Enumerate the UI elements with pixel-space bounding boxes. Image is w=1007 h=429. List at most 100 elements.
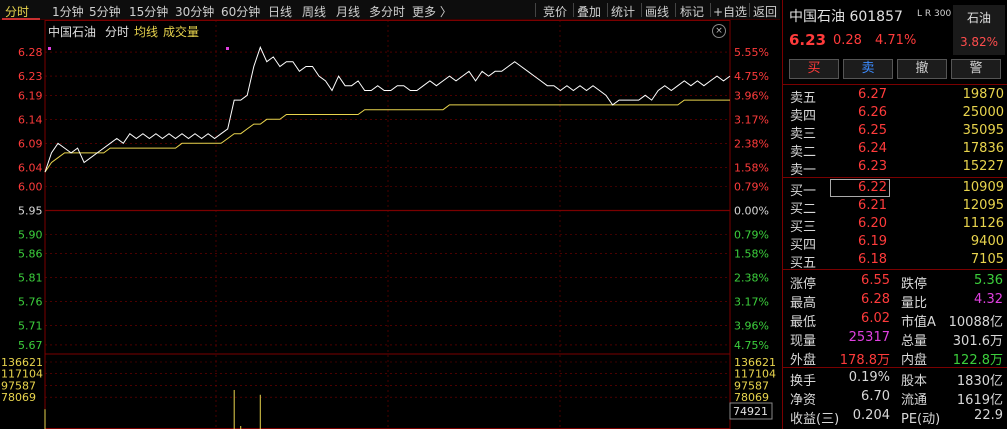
tab-60min[interactable]: 60分钟: [221, 3, 260, 20]
tab-multi-intraday[interactable]: 多分时: [369, 3, 405, 20]
ask-row[interactable]: 卖一 6.23 15227: [783, 158, 1007, 178]
net-assets-label: 净资: [790, 393, 817, 408]
sector-box[interactable]: 石油 3.82%: [953, 5, 1005, 55]
bid-row[interactable]: 买四 6.19 9400: [783, 233, 1007, 253]
eps-label: 收益(三): [790, 412, 840, 427]
divider: [783, 367, 1007, 368]
market-cap-label: 市值A: [901, 315, 936, 330]
low-value: 6.02: [861, 311, 890, 326]
legend-stock-name: 中国石油: [48, 25, 97, 39]
share-capital-value: 1830亿: [956, 374, 1003, 389]
toolbar-divider: [607, 3, 608, 17]
low-label: 最低: [790, 315, 817, 330]
ask-price: 6.25: [858, 123, 887, 138]
add-watchlist-button[interactable]: +自选: [713, 3, 747, 20]
pct-tick-label: 0.79%: [734, 229, 769, 242]
price-tick-label: 5.71: [18, 320, 43, 333]
share-capital-label: 股本: [901, 374, 928, 389]
eps-value: 0.204: [852, 408, 890, 423]
pct-tick-label: 2.38%: [734, 137, 769, 150]
legend-volume: 成交量: [163, 25, 200, 39]
divider: [783, 177, 1007, 178]
stock-title: 中国石油 601857: [789, 6, 903, 26]
bid-volume: 12095: [962, 198, 1004, 213]
pct-tick-label: 3.17%: [734, 113, 769, 126]
limit-up-value: 6.55: [861, 273, 890, 288]
ask-row[interactable]: 卖三 6.25 35095: [783, 122, 1007, 142]
outer-volume-value: 178.8万: [839, 353, 890, 368]
price-tick-label: 5.86: [18, 248, 43, 261]
high-label: 最高: [790, 296, 817, 311]
bid-row[interactable]: 买五 6.18 7105: [783, 251, 1007, 271]
inner-volume-value: 122.8万: [952, 353, 1003, 368]
sector-pct: 3.82%: [959, 35, 999, 49]
legend-mode: 分时: [105, 25, 130, 39]
ask-row[interactable]: 卖二 6.24 17836: [783, 140, 1007, 160]
event-marker: [226, 47, 229, 50]
mark-button[interactable]: 标记: [680, 3, 704, 20]
tab-monthly[interactable]: 月线: [336, 3, 360, 20]
bid-price: 6.18: [858, 252, 887, 267]
bid-row[interactable]: 买一 6.22 10909: [783, 179, 1007, 199]
price-change: 0.28: [833, 33, 862, 48]
bid-volume: 11126: [962, 216, 1004, 231]
pct-tick-label: 5.55%: [734, 46, 769, 59]
toolbar-divider: [710, 3, 711, 17]
close-icon[interactable]: ×: [712, 24, 726, 38]
bid-price: 6.20: [858, 216, 887, 231]
stock-code: 601857: [849, 9, 903, 25]
intraday-chart[interactable]: 6.28 5.55% 6.23 4.75% 6.19 3.96% 6.14 3.17% 6.09…: [0, 20, 780, 429]
toolbar-divider: [535, 3, 536, 17]
stock-tag: L R 300: [917, 9, 952, 19]
buy-button[interactable]: 买: [789, 59, 839, 79]
tab-weekly[interactable]: 周线: [302, 3, 326, 20]
pct-tick-label: 0.79%: [734, 180, 769, 193]
bid-volume: 10909: [962, 180, 1004, 195]
tab-more[interactable]: 更多 〉: [412, 3, 452, 20]
limit-down-value: 5.36: [974, 273, 1003, 288]
toolbar-divider: [573, 3, 574, 17]
tab-1min[interactable]: 1分钟: [52, 3, 84, 20]
price-change-pct: 4.71%: [875, 33, 917, 48]
pe-value: 22.9: [974, 408, 1003, 423]
turnover-value: 0.19%: [848, 370, 890, 385]
plot-frame: [44, 20, 731, 429]
pct-tick-label: 3.17%: [734, 296, 769, 309]
draw-line-button[interactable]: 画线: [645, 3, 669, 20]
bid-row[interactable]: 买二 6.21 12095: [783, 197, 1007, 217]
period-toolbar: 分时 1分钟 5分钟 15分钟 30分钟 60分钟 日线 周线 月线 多分时 更…: [0, 0, 780, 20]
cancel-order-button[interactable]: 撤: [897, 59, 947, 79]
turnover-label: 换手: [790, 374, 817, 389]
alert-button[interactable]: 警: [951, 59, 1001, 79]
pct-tick-label: 1.58%: [734, 248, 769, 261]
ask-row[interactable]: 卖四 6.26 25000: [783, 104, 1007, 124]
pct-tick-label: 3.96%: [734, 320, 769, 333]
auction-button[interactable]: 竞价: [543, 3, 567, 20]
outer-volume-label: 外盘: [790, 353, 817, 368]
price-tick-label: 6.09: [18, 137, 43, 150]
ask-volume: 35095: [962, 123, 1004, 138]
float-shares-value: 1619亿: [956, 393, 1003, 408]
ask-row[interactable]: 卖五 6.27 19870: [783, 86, 1007, 106]
toolbar-divider: [641, 3, 642, 17]
statistics-button[interactable]: 统计: [611, 3, 635, 20]
bid-price: 6.21: [858, 198, 887, 213]
tab-5min[interactable]: 5分钟: [89, 3, 121, 20]
bid-row[interactable]: 买三 6.20 11126: [783, 215, 1007, 235]
float-shares-label: 流通: [901, 393, 928, 408]
market-cap-value: 10088亿: [948, 315, 1003, 330]
overlay-button[interactable]: 叠加: [577, 3, 601, 20]
tab-30min[interactable]: 30分钟: [175, 3, 214, 20]
limit-down-label: 跌停: [901, 277, 928, 292]
net-assets-value: 6.70: [861, 389, 890, 404]
sell-button[interactable]: 卖: [843, 59, 893, 79]
back-button[interactable]: 返回: [753, 3, 777, 20]
sector-name: 石油: [966, 11, 991, 25]
tab-daily[interactable]: 日线: [268, 3, 292, 20]
tab-15min[interactable]: 15分钟: [129, 3, 168, 20]
pct-tick-label: 1.58%: [734, 161, 769, 174]
pct-tick-label: 0.00%: [734, 205, 769, 218]
avg-price-line: [44, 99, 730, 173]
price-tick-label: 6.28: [18, 46, 43, 59]
pct-tick-label: 4.75%: [734, 70, 769, 83]
